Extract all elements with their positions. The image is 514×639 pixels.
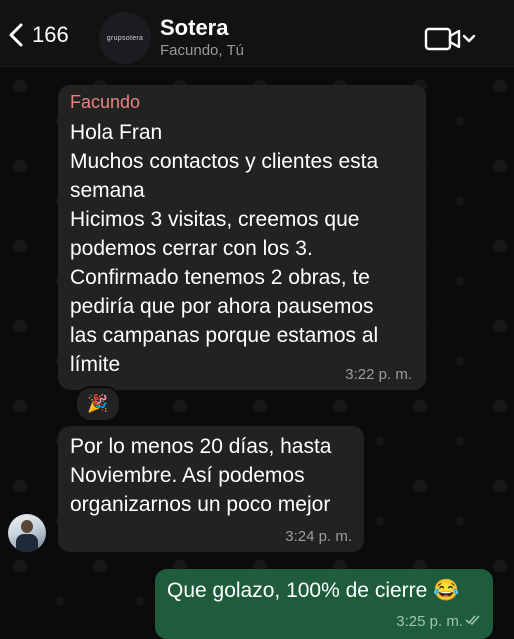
message-line: Noviembre. Así podemos (70, 464, 305, 487)
incoming-message[interactable]: Facundo Hola Fran Muchos contactos y cli… (58, 85, 426, 390)
chat-title[interactable]: Sotera (160, 15, 228, 41)
message-line: semana (70, 179, 145, 202)
message-line: las campanas porque estamos al (70, 324, 379, 347)
chevron-left-icon (9, 23, 23, 47)
message-line: Por lo menos 20 días, hasta (70, 435, 332, 458)
message-line: Hola Fran (70, 121, 163, 144)
message-text: Hola Fran Muchos contactos y clientes es… (70, 118, 416, 379)
message-time: 3:22 p. m. (345, 366, 412, 383)
message-time: 3:25 p. m. (396, 613, 463, 630)
incoming-message[interactable]: Por lo menos 20 días, hasta Noviembre. A… (58, 426, 364, 552)
message-line: Muchos contactos y clientes esta (70, 150, 379, 173)
back-button[interactable]: 166 (8, 22, 69, 48)
message-line: Hicimos 3 visitas, creemos que (70, 208, 360, 231)
unread-count: 166 (32, 22, 69, 47)
message-text: Que golazo, 100% de cierre 😂 (167, 579, 460, 602)
outgoing-message[interactable]: Que golazo, 100% de cierre 😂 3:25 p. m. (155, 569, 493, 639)
group-avatar-logo: grupsotera (106, 34, 144, 42)
video-call-button[interactable] (424, 26, 484, 54)
double-check-icon (465, 615, 480, 626)
message-line: podemos cerrar con los 3. (70, 237, 313, 260)
message-line: organizarnos un poco mejor (70, 493, 331, 516)
chat-participants[interactable]: Facundo, Tú (160, 42, 244, 59)
message-line: pediría que por ahora pausemos (70, 295, 374, 318)
message-text: Por lo menos 20 días, hasta Noviembre. A… (70, 432, 360, 519)
party-popper-emoji: 🎉 (87, 394, 109, 413)
sender-avatar[interactable] (8, 514, 46, 552)
chevron-down-icon (462, 34, 476, 43)
message-reaction[interactable]: 🎉 (75, 386, 121, 422)
message-time: 3:24 p. m. (285, 528, 352, 545)
video-call-icon (424, 27, 461, 51)
message-line: Confirmado tenemos 2 obras, te (70, 266, 370, 289)
group-avatar[interactable]: grupsotera (99, 12, 151, 64)
chat-header: 166 grupsotera Sotera Facundo, Tú (0, 0, 514, 67)
message-sender: Facundo (70, 92, 141, 112)
